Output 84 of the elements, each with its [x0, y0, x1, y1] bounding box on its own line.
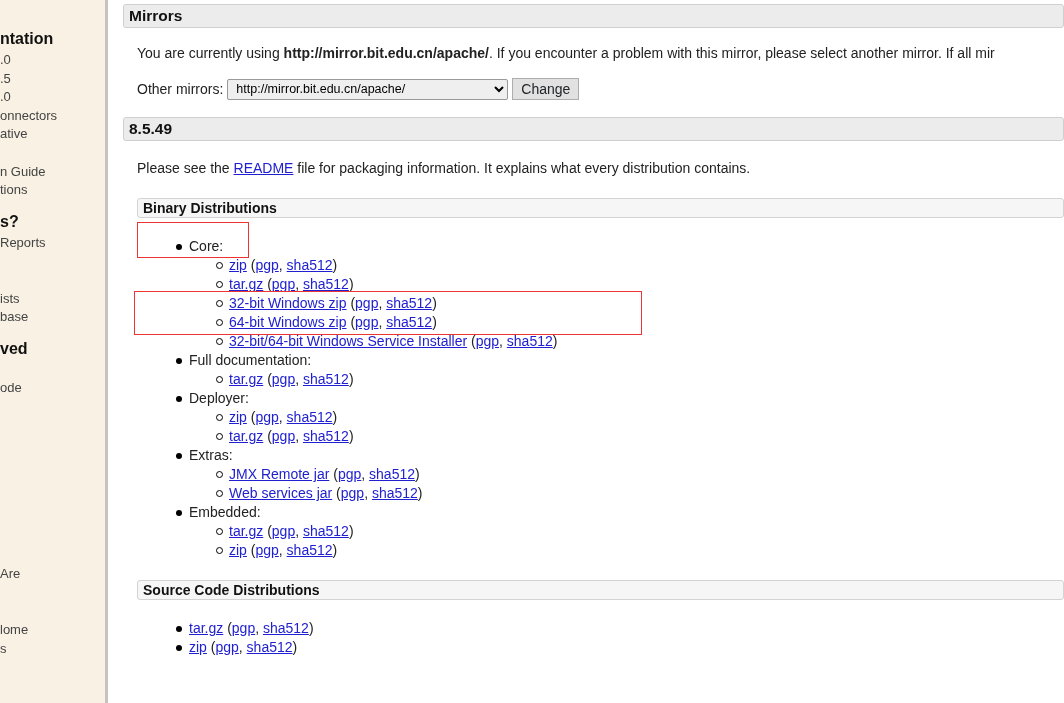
link[interactable]: tar.gz: [229, 371, 264, 387]
bullet-icon: [176, 509, 182, 516]
group-label: Extras:: [189, 446, 233, 465]
download-entry: tar.gz (pgp, sha512): [189, 619, 314, 638]
link[interactable]: sha512: [386, 314, 433, 330]
notice-text: You are currently using http://mirror.bit.edu.cn/apache/. If you encounter a problem with this mirror, please select another mirror. If all mir: [137, 44, 996, 63]
bullet-icon: [176, 357, 182, 364]
section-header: Mirrors: [123, 4, 1064, 28]
link[interactable]: sha512: [286, 257, 333, 273]
link[interactable]: 32-bit/64-bit Windows Service Installer: [229, 333, 468, 349]
sidebar-link[interactable]: lome: [0, 621, 105, 640]
link[interactable]: Web services jar: [229, 485, 333, 501]
section-header: 8.5.49: [123, 117, 1064, 141]
link[interactable]: pgp: [215, 639, 239, 655]
download-entry: tar.gz (pgp, sha512): [229, 427, 354, 446]
group-label: Embedded:: [189, 503, 261, 522]
link[interactable]: 32-bit Windows zip: [229, 295, 347, 311]
link[interactable]: sha512: [246, 639, 293, 655]
link[interactable]: zip: [229, 409, 247, 425]
download-entry: zip (pgp, sha512): [229, 541, 338, 560]
link[interactable]: tar.gz: [229, 276, 264, 292]
link[interactable]: sha512: [371, 485, 418, 501]
link[interactable]: sha512: [302, 276, 349, 292]
download-entry: 32-bit Windows zip (pgp, sha512): [229, 294, 437, 313]
sidebar-link[interactable]: Reports: [0, 233, 105, 253]
link[interactable]: JMX Remote jar: [229, 466, 330, 482]
link[interactable]: sha512: [302, 428, 349, 444]
link[interactable]: sha512: [506, 333, 553, 349]
sidebar-heading: s?: [0, 211, 20, 232]
download-entry: zip (pgp, sha512): [189, 638, 298, 657]
sidebar-link[interactable]: base: [0, 308, 105, 327]
link[interactable]: tar.gz: [229, 523, 264, 539]
link[interactable]: sha512: [369, 466, 415, 482]
link[interactable]: sha512: [302, 371, 349, 387]
download-entry: tar.gz (pgp, sha512): [229, 522, 354, 541]
sidebar-link[interactable]: onnectors: [0, 106, 105, 126]
bullet-icon: [176, 243, 182, 250]
sidebar-link[interactable]: ode: [0, 379, 105, 398]
sidebar-link[interactable]: ists: [0, 289, 105, 309]
link[interactable]: 64-bit Windows zip: [229, 314, 347, 330]
link[interactable]: tar.gz: [189, 620, 224, 636]
link[interactable]: zip: [229, 542, 247, 558]
change-button[interactable]: Change: [512, 78, 580, 100]
sidebar-link[interactable]: Are: [0, 565, 105, 584]
group-label: Deployer:: [189, 389, 249, 408]
sidebar-link[interactable]: .0: [0, 51, 105, 70]
link[interactable]: tar.gz: [229, 428, 264, 444]
sidebar-heading: ntation: [0, 29, 55, 49]
sidebar-link[interactable]: tions: [0, 181, 105, 200]
sidebar-link[interactable]: s: [0, 639, 105, 659]
bullet-icon: [176, 644, 182, 651]
download-entry: 32-bit/64-bit Windows Service Installer (pgp, sha512): [229, 332, 558, 351]
sidebar-link[interactable]: .5: [0, 69, 105, 89]
field-label: Other mirrors:: [137, 79, 224, 99]
link[interactable]: sha512: [386, 295, 433, 311]
subsection-header: Source Code Distributions: [137, 580, 1064, 600]
group-label: Full documentation:: [189, 351, 312, 370]
link[interactable]: sha512: [286, 542, 333, 558]
sidebar-link[interactable]: ative: [0, 125, 105, 144]
link[interactable]: sha512: [262, 620, 309, 636]
link[interactable]: zip: [189, 639, 207, 655]
link[interactable]: pgp: [255, 257, 279, 273]
sidebar-link[interactable]: n Guide: [0, 162, 105, 182]
bullet-icon: [176, 452, 182, 459]
download-entry: JMX Remote jar (pgp, sha512): [229, 465, 420, 484]
link[interactable]: zip: [229, 257, 247, 273]
sidebar-link[interactable]: .0: [0, 88, 105, 107]
download-entry: Web services jar (pgp, sha512): [229, 484, 423, 503]
link[interactable]: pgp: [255, 409, 279, 425]
bullet-icon: [176, 625, 182, 632]
bullet-icon: [176, 395, 182, 402]
intro-text: Please see the README file for packaging information. It explains what every distribution contains.: [137, 159, 752, 178]
link[interactable]: sha512: [302, 523, 349, 539]
mirror-select[interactable]: http://mirror.bit.edu.cn/apache/: [227, 78, 509, 100]
download-entry: 64-bit Windows zip (pgp, sha512): [229, 313, 437, 332]
link[interactable]: README: [233, 160, 294, 176]
link[interactable]: pgp: [255, 542, 279, 558]
download-entry: zip (pgp, sha512): [229, 408, 338, 427]
group-label: Core:: [189, 237, 224, 256]
link[interactable]: sha512: [286, 409, 333, 425]
download-entry: zip (pgp, sha512): [229, 256, 338, 275]
download-entry: tar.gz (pgp, sha512): [229, 370, 354, 389]
subsection-header: Binary Distributions: [137, 198, 1064, 218]
sidebar-heading: ved: [0, 338, 29, 359]
